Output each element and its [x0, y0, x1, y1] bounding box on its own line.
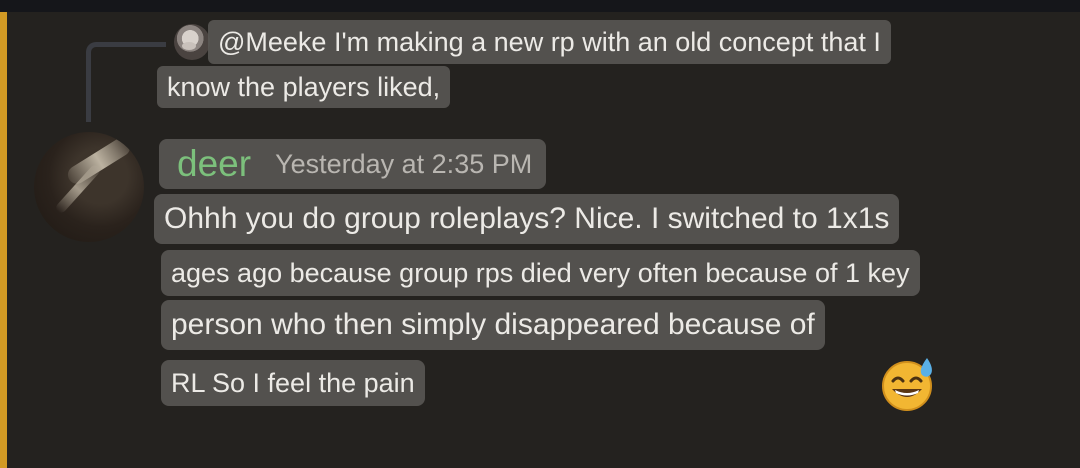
reply-preview-text-continued[interactable]: know the players liked,: [157, 66, 451, 108]
author-name[interactable]: deer: [177, 143, 251, 185]
message-line: Ohhh you do group roleplays? Nice. I swi…: [154, 194, 900, 244]
sweat-smile-emoji-icon[interactable]: [880, 356, 936, 412]
reply-connector-line: [86, 42, 166, 122]
reply-avatar-icon[interactable]: [174, 24, 210, 60]
avatar-detail: [64, 134, 134, 188]
message-header: deer Yesterday at 2:35 PM: [159, 139, 547, 189]
author-avatar[interactable]: [34, 132, 144, 242]
message-line: ages ago because group rps died very oft…: [161, 250, 920, 296]
message-line: RL So I feel the pain: [161, 360, 425, 406]
reply-preview-text[interactable]: @Meeke I'm making a new rp with an old c…: [208, 20, 891, 64]
message-line: person who then simply disappeared becau…: [161, 300, 825, 350]
top-bar: [0, 0, 1080, 12]
chat-screen: @Meeke I'm making a new rp with an old c…: [0, 0, 1080, 468]
mention-highlight-bar: [0, 12, 7, 468]
message-timestamp[interactable]: Yesterday at 2:35 PM: [275, 149, 532, 180]
